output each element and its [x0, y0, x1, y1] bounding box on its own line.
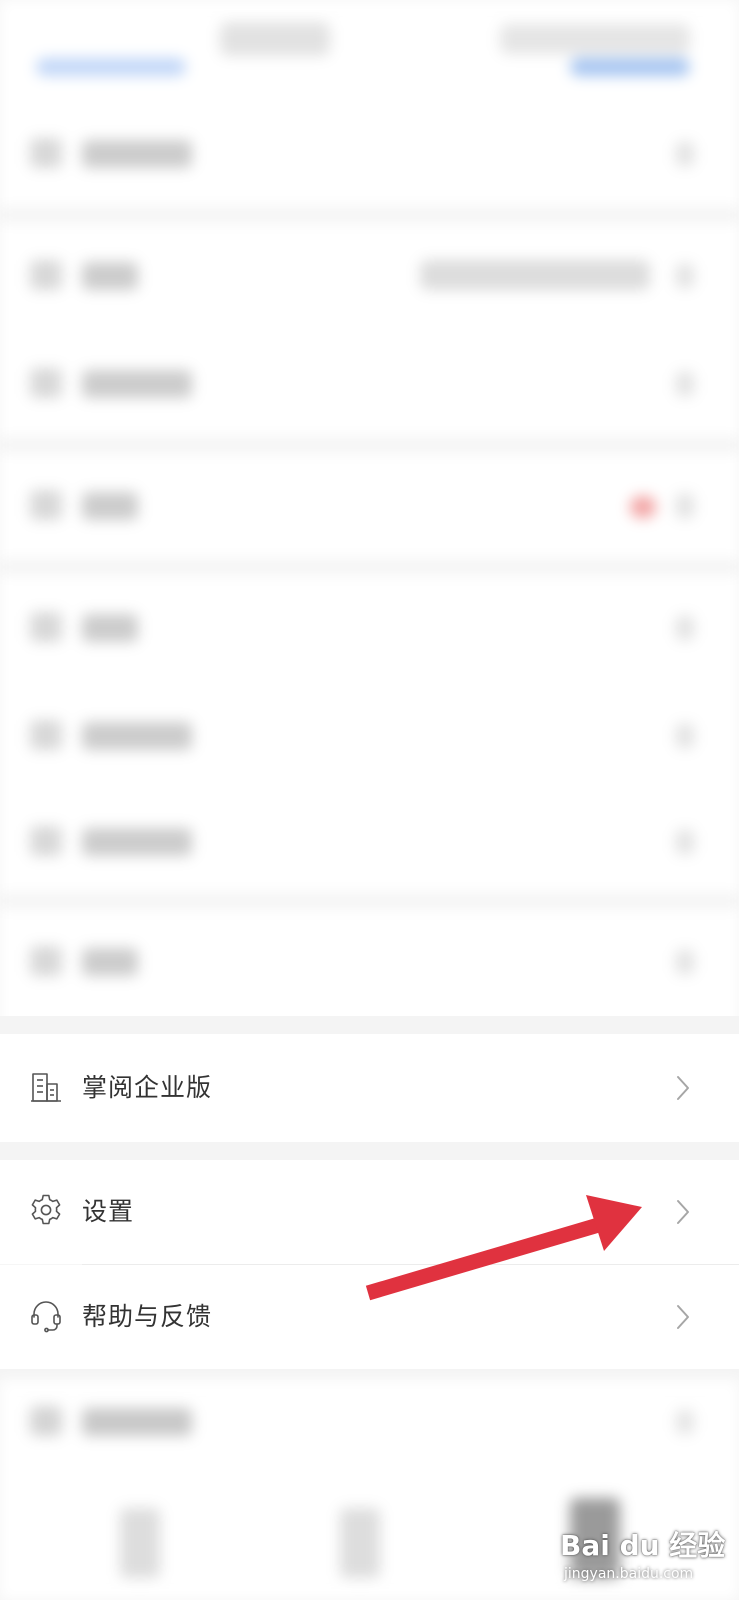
blurred-chevron [676, 830, 694, 854]
blurred-red-dot [630, 496, 656, 518]
section-gap [0, 1369, 739, 1380]
chevron-right-icon [672, 1303, 694, 1331]
blurred-row [0, 330, 739, 438]
blurred-value [420, 260, 650, 290]
blurred-chevron [676, 724, 694, 748]
blurred-tab [340, 1508, 380, 1578]
blurred-label [82, 948, 138, 976]
blurred-icon [30, 138, 62, 168]
blurred-header-right [500, 24, 690, 54]
baidu-jingyan-watermark: Bai du 经验 jingyan.baidu.com [554, 1500, 734, 1592]
blurred-gap [0, 438, 739, 452]
blurred-label [82, 370, 192, 398]
blurred-row [0, 222, 739, 330]
chevron-right-icon [672, 1074, 694, 1102]
menu-item-label: 掌阅企业版 [82, 1073, 213, 1102]
blurred-label [82, 1408, 192, 1436]
blurred-label [82, 492, 138, 520]
blurred-icon [30, 612, 62, 642]
blurred-chevron [676, 142, 694, 166]
headset-icon [28, 1297, 64, 1333]
blurred-label [82, 722, 192, 750]
red-arrow-annotation [350, 1185, 670, 1315]
gear-icon [28, 1192, 64, 1228]
blurred-gap [0, 894, 739, 908]
blurred-icon [30, 1406, 62, 1436]
menu-item-label: 帮助与反馈 [82, 1302, 213, 1331]
blurred-tab [120, 1508, 160, 1578]
blurred-row [0, 908, 739, 1016]
blurred-icon [30, 826, 62, 856]
chevron-right-icon [672, 1198, 694, 1226]
blurred-label [82, 614, 138, 642]
blurred-label [82, 828, 192, 856]
blurred-label [82, 140, 192, 168]
blurred-row [0, 452, 739, 560]
menu-item-label: 设置 [82, 1197, 135, 1226]
app-screen: 掌阅企业版 设置 帮助与反馈 Bai du 经验 jingyan.baidu.c… [0, 0, 739, 1600]
blurred-chevron [676, 950, 694, 974]
blurred-chevron [676, 264, 694, 288]
blurred-chevron [676, 1410, 694, 1434]
blurred-chevron [676, 372, 694, 396]
blurred-gap [0, 208, 739, 222]
blurred-row [0, 790, 739, 894]
watermark-url: jingyan.baidu.com [564, 1566, 694, 1582]
blurred-chevron [676, 494, 694, 518]
menu-item-enterprise[interactable]: 掌阅企业版 [0, 1034, 739, 1142]
blurred-label [82, 262, 138, 290]
blurred-gap [0, 560, 739, 574]
blurred-icon [30, 260, 62, 290]
blurred-icon [30, 946, 62, 976]
watermark-logo: Bai du 经验 [560, 1529, 726, 1562]
building-icon [28, 1070, 64, 1106]
blurred-header-title [220, 22, 330, 56]
blurred-chevron [676, 616, 694, 640]
blurred-row [0, 100, 739, 208]
blurred-icon [30, 720, 62, 750]
blurred-row [0, 682, 739, 790]
blurred-header-left [36, 58, 186, 76]
blurred-row [0, 574, 739, 682]
blurred-header [0, 0, 739, 100]
blurred-header-right-link [570, 58, 690, 76]
blurred-icon [30, 490, 62, 520]
blurred-content-area [0, 0, 739, 1030]
blurred-icon [30, 368, 62, 398]
section-gap [0, 1142, 739, 1160]
section-gap [0, 1016, 739, 1034]
